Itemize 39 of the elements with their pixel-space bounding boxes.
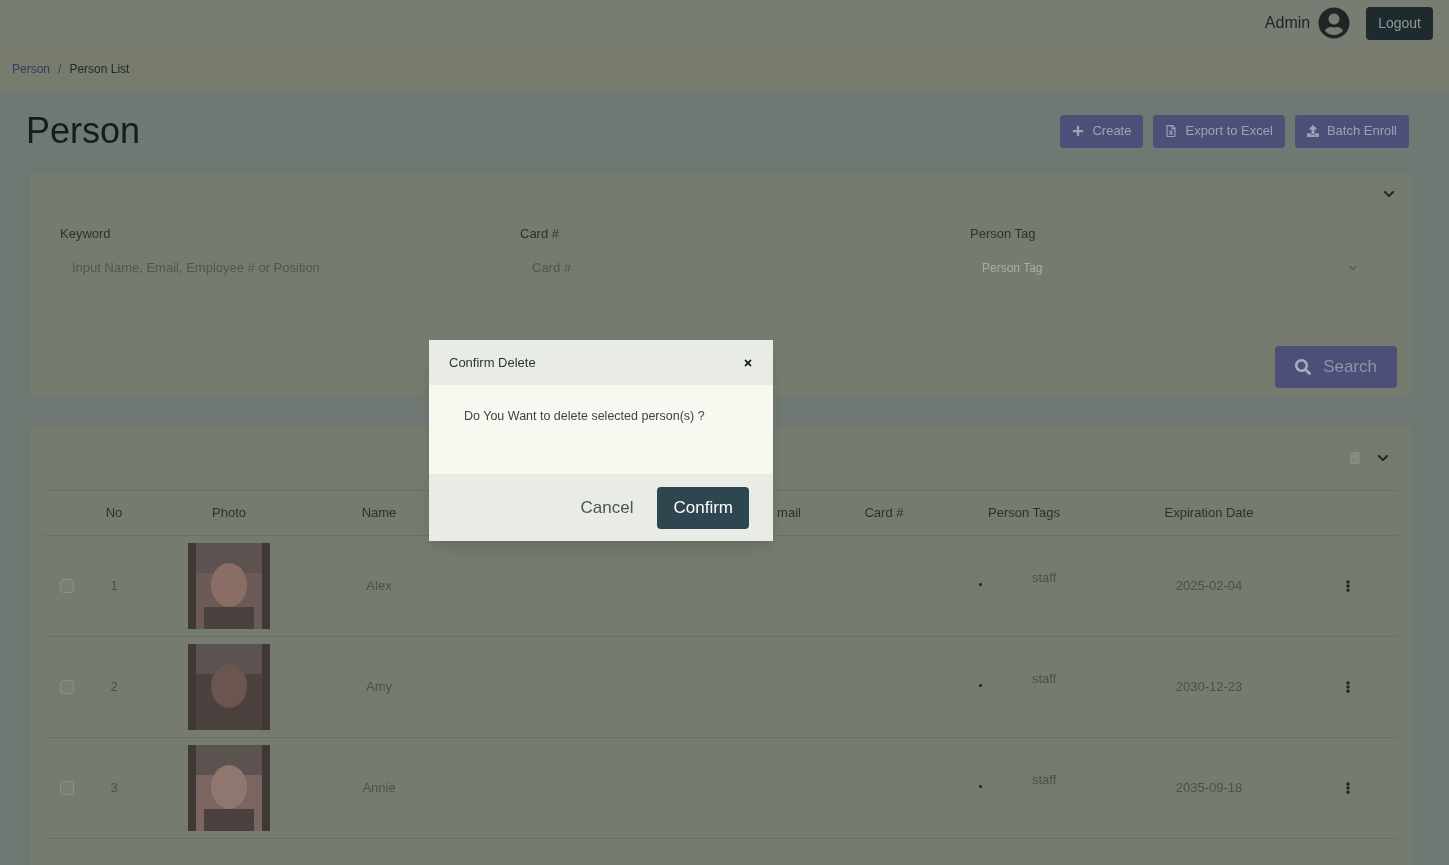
action-button[interactable]: Batch Enroll <box>1294 114 1409 148</box>
row-checkbox[interactable] <box>59 781 74 795</box>
bullet-icon <box>979 683 982 687</box>
column-header: No <box>105 505 123 521</box>
plus-icon <box>1072 125 1085 137</box>
action-button[interactable]: Create <box>1060 114 1144 148</box>
cancel-button[interactable]: Cancel <box>572 486 642 529</box>
bullet-icon <box>979 582 982 586</box>
field-label: Card # <box>520 225 561 243</box>
search-icon <box>1295 359 1312 375</box>
row-checkbox[interactable] <box>59 579 74 593</box>
spreadsheet-icon <box>1165 125 1178 137</box>
column-header: Person Tags <box>988 505 1060 521</box>
breadcrumb-separator: / <box>57 61 63 78</box>
field-label: Person Tag <box>970 225 1037 243</box>
breadcrumb-link[interactable]: Person <box>12 60 51 78</box>
column-header: Name <box>361 505 397 521</box>
column-header: mail <box>777 505 801 521</box>
collapse-icon[interactable] <box>1377 452 1389 464</box>
search-button[interactable]: Search <box>1275 346 1397 388</box>
dialog-message: Do You Want to delete selected person(s) ? <box>464 408 706 425</box>
breadcrumb-current: Person List <box>69 61 130 78</box>
dialog-title: Confirm Delete <box>449 353 536 372</box>
row-checkbox[interactable] <box>59 680 74 694</box>
column-header: Photo <box>212 505 246 521</box>
dropdown-icon <box>1349 263 1357 272</box>
logout-button[interactable]: Logout <box>1366 6 1433 40</box>
user-name: Admin <box>1264 13 1311 33</box>
field-label: Keyword <box>60 225 112 243</box>
column-header: Card # <box>864 505 904 521</box>
close-icon[interactable] <box>743 357 753 368</box>
confirm-button[interactable]: Confirm <box>657 486 749 529</box>
bullet-icon <box>979 784 982 788</box>
collapse-icon[interactable] <box>1383 188 1395 200</box>
column-header: Expiration Date <box>1164 505 1254 521</box>
avatar-icon[interactable] <box>1318 7 1351 39</box>
page-title: Person <box>26 109 141 153</box>
action-button[interactable]: Export to Excel <box>1153 114 1285 148</box>
upload-icon <box>1306 125 1319 137</box>
